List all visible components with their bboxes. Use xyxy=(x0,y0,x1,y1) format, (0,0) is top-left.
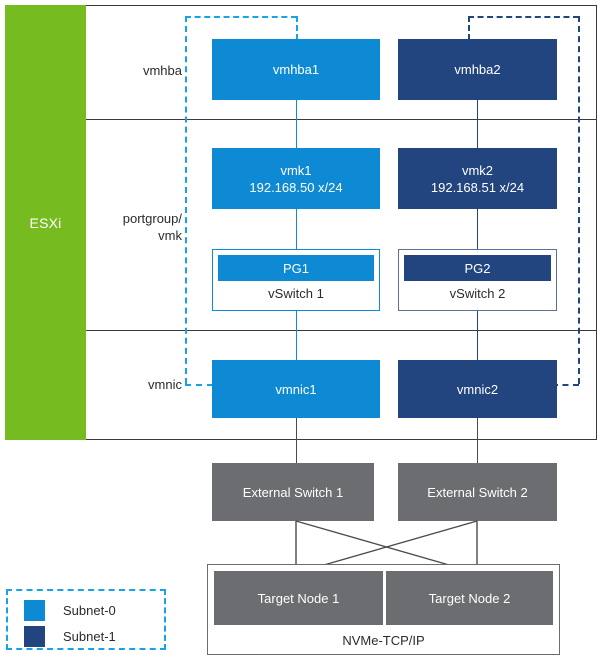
legend-swatch-subnet-0 xyxy=(24,599,45,621)
legend-swatch-subnet-1 xyxy=(24,625,45,647)
legend-label-subnet-0: Subnet-0 xyxy=(63,602,116,618)
target-node-2-label: Target Node 2 xyxy=(428,590,511,606)
legend-box: Subnet-0 Subnet-1 xyxy=(6,589,166,650)
legend-label-subnet-1: Subnet-1 xyxy=(63,628,116,644)
crossover-links xyxy=(295,520,478,574)
legend-item-subnet-0: Subnet-0 xyxy=(24,598,164,622)
target-node-1-label: Target Node 1 xyxy=(257,590,340,606)
legend-item-subnet-1: Subnet-1 xyxy=(24,624,164,648)
target-node-2-box[interactable]: Target Node 2 xyxy=(386,571,553,625)
target-node-1-box[interactable]: Target Node 1 xyxy=(214,571,383,625)
nvme-tcpip-label: NVMe-TCP/IP xyxy=(342,632,425,648)
